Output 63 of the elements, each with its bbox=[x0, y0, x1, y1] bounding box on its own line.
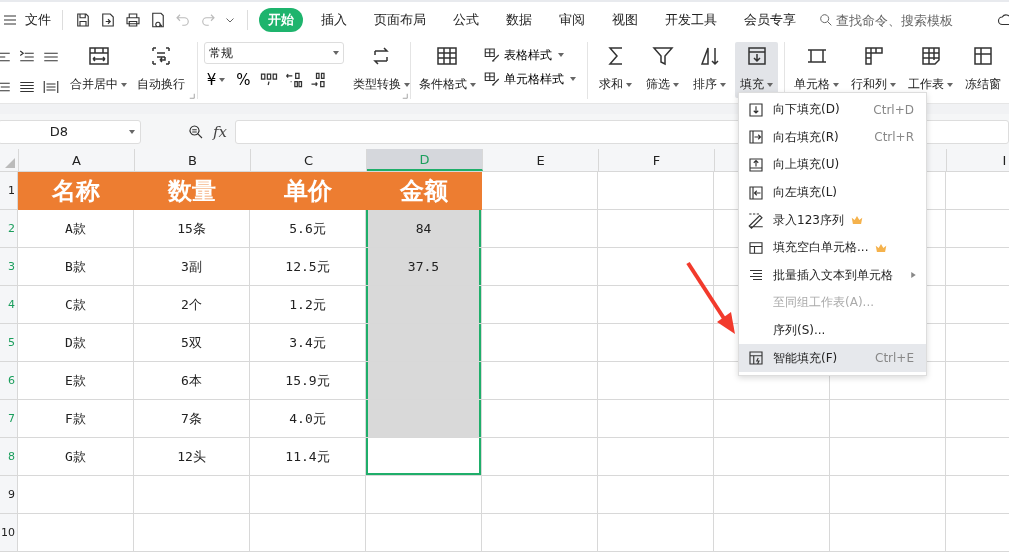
search-field[interactable]: 查找命令、搜索模板 bbox=[818, 12, 976, 28]
name-box[interactable]: D8 bbox=[0, 119, 141, 144]
toolbar-button[interactable]: 填充 bbox=[735, 42, 778, 98]
ribbon-tab[interactable]: 插入 bbox=[312, 8, 356, 32]
ribbon-tab[interactable]: 页面布局 bbox=[365, 8, 435, 32]
table-cell: 6本 bbox=[134, 362, 250, 400]
table-cell: 37.5 bbox=[366, 248, 482, 286]
toolbar-button[interactable]: 自动换行 bbox=[132, 42, 190, 98]
table-cell: 15条 bbox=[134, 210, 250, 248]
column-header[interactable]: E bbox=[483, 149, 599, 171]
table-cell: 12头 bbox=[134, 438, 250, 476]
number-format-dropdown[interactable]: 常规 bbox=[203, 42, 344, 64]
table-cell: G款 bbox=[18, 438, 134, 476]
currency-button[interactable]: ¥ bbox=[203, 71, 229, 89]
row-header[interactable]: 1 bbox=[0, 172, 18, 210]
table-cell: 2个 bbox=[134, 286, 250, 324]
ribbon-tab[interactable]: 审阅 bbox=[550, 8, 594, 32]
table-cell: 7条 bbox=[134, 400, 250, 438]
ribbon-tab[interactable]: 开发工具 bbox=[656, 8, 726, 32]
ribbon-tab[interactable]: 数据 bbox=[497, 8, 541, 32]
menu-item[interactable]: 录入123序列 bbox=[739, 206, 926, 234]
menu-item[interactable]: 填充空白单元格... bbox=[739, 233, 926, 262]
table-cell: 金额 bbox=[366, 172, 482, 210]
percent-button[interactable]: % bbox=[233, 71, 254, 89]
menu-item[interactable]: 向左填充(L) bbox=[739, 178, 926, 207]
column-header[interactable]: A bbox=[19, 149, 135, 171]
toolbar-button[interactable]: 合并居中 bbox=[65, 42, 132, 98]
ribbon-tab[interactable]: 会员专享 bbox=[735, 8, 805, 32]
menu-item[interactable]: 批量插入文本到单元格 bbox=[739, 261, 926, 290]
row-header[interactable]: 9 bbox=[0, 476, 18, 514]
menu-item[interactable]: 向下填充(D) Ctrl+D bbox=[739, 96, 926, 124]
toolbar-button[interactable]: 冻结窗 bbox=[960, 42, 1006, 98]
toolbar-button[interactable]: 类型转换 bbox=[347, 42, 415, 98]
ribbon-tab[interactable]: 视图 bbox=[603, 8, 647, 32]
menu-item[interactable]: 向右填充(R) Ctrl+R bbox=[739, 123, 926, 152]
menu-item[interactable]: 向上填充(U) bbox=[739, 151, 926, 179]
menu-item[interactable]: 序列(S)... bbox=[739, 316, 926, 345]
toolbar-button[interactable]: 求和 bbox=[594, 42, 637, 98]
table-cell: 数量 bbox=[134, 172, 250, 210]
table-cell: 5双 bbox=[134, 324, 250, 362]
column-header[interactable]: B bbox=[135, 149, 251, 171]
toolbar-button[interactable]: 条件格式 bbox=[413, 42, 481, 98]
menu-item[interactable]: 智能填充(F) Ctrl+E bbox=[739, 344, 926, 372]
toolbar-button[interactable]: 表格样式 bbox=[482, 46, 576, 64]
table-cell: F款 bbox=[18, 400, 134, 438]
table-cell: A款 bbox=[18, 210, 134, 248]
table-cell: 84 bbox=[366, 210, 482, 248]
file-menu[interactable]: 文件 bbox=[25, 11, 51, 29]
table-cell: E款 bbox=[18, 362, 134, 400]
toolbar-button[interactable]: 单元格样式 bbox=[482, 70, 576, 88]
column-header[interactable]: F bbox=[599, 149, 715, 171]
table-cell: B款 bbox=[18, 248, 134, 286]
column-header[interactable]: I bbox=[947, 149, 1009, 171]
function-label[interactable]: fx bbox=[213, 122, 227, 141]
toolbar-button[interactable]: 排序 bbox=[688, 42, 731, 98]
row-header[interactable]: 10 bbox=[0, 514, 18, 552]
table-cell: 3副 bbox=[134, 248, 250, 286]
table-cell: 单价 bbox=[250, 172, 366, 210]
toolbar-button[interactable]: 筛选 bbox=[641, 42, 684, 98]
ribbon-tab[interactable]: 公式 bbox=[444, 8, 488, 32]
table-cell: 名称 bbox=[18, 172, 134, 210]
table-cell: D款 bbox=[18, 324, 134, 362]
table-cell: C款 bbox=[18, 286, 134, 324]
